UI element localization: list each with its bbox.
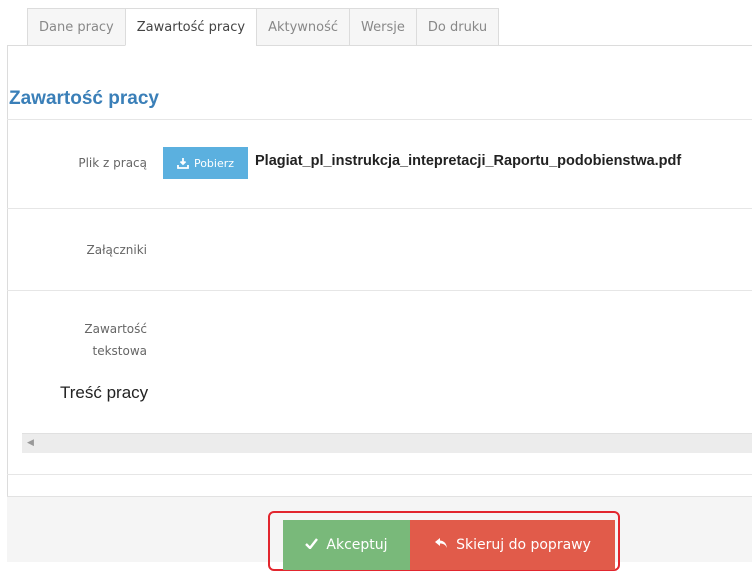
file-name: Plagiat_pl_instrukcja_intepretacji_Rapor… [255,153,682,169]
divider [7,290,752,291]
accept-button-label: Akceptuj [326,537,388,553]
tab-zawartosc-pracy[interactable]: Zawartość pracy [124,8,257,46]
divider [7,474,752,475]
scroll-left-icon[interactable]: ◀ [27,438,34,448]
tab-wersje[interactable]: Wersje [349,8,416,46]
accept-button[interactable]: Akceptuj [283,520,410,570]
tab-do-druku[interactable]: Do druku [415,8,500,46]
tab-bar: Dane pracy Zawartość pracy Aktywność Wer… [27,8,500,46]
tab-dane-pracy[interactable]: Dane pracy [27,8,125,46]
tab-divider [7,45,752,46]
tab-aktywnosc[interactable]: Aktywność [256,8,350,46]
divider [7,208,752,209]
check-icon [305,537,319,553]
section-title: Zawartość pracy [9,88,159,109]
file-label: Plik z pracą [78,156,147,170]
horizontal-scrollbar[interactable]: ◀ [22,433,752,453]
text-content-label-line1: Zawartość [84,322,147,336]
panel-left-border [7,45,8,562]
download-button-label: Pobierz [193,156,235,170]
return-for-correction-button[interactable]: Skieruj do poprawy [410,520,615,570]
return-button-label: Skieruj do poprawy [456,537,591,553]
divider [7,119,752,120]
download-button[interactable]: Pobierz [163,147,248,179]
download-icon [177,157,189,169]
content-heading: Treść pracy [60,383,149,402]
text-content-label-line2: tekstowa [92,344,147,358]
reply-icon [434,537,448,553]
attachments-label: Załączniki [86,243,147,257]
